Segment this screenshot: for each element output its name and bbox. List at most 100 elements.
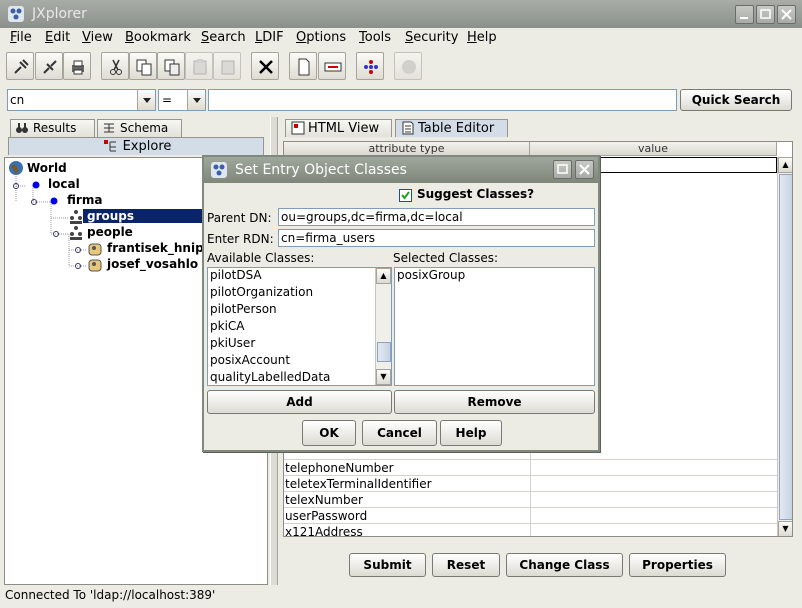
menu-ldif[interactable]: LDIF: [255, 30, 284, 45]
scroll-thumb[interactable]: [377, 342, 391, 362]
close-window-button[interactable]: [777, 5, 796, 24]
rename-button[interactable]: [318, 52, 346, 80]
menu-file[interactable]: File: [10, 30, 32, 45]
dialog-close-button[interactable]: [575, 160, 594, 179]
search-query-input[interactable]: [208, 89, 677, 111]
selected-classes-list[interactable]: posixGroup: [394, 267, 595, 386]
tab-table-editor[interactable]: Table Editor: [395, 119, 508, 137]
new-entry-button[interactable]: [289, 52, 317, 80]
node-toggle-icon[interactable]: [30, 196, 40, 211]
tree-node-local[interactable]: local: [48, 177, 80, 191]
dialog-title-bar[interactable]: Set Entry Object Classes: [204, 157, 598, 183]
reset-button[interactable]: Reset: [432, 553, 500, 577]
dialog-maximize-button[interactable]: [553, 160, 572, 179]
tab-schema[interactable]: Schema: [97, 119, 182, 137]
available-classes-list[interactable]: pilotDSA pilotOrganization pilotPerson p…: [207, 267, 392, 386]
connect-button[interactable]: [6, 52, 34, 80]
remove-class-button[interactable]: Remove: [394, 390, 595, 414]
list-item[interactable]: qualityLabelledData: [210, 370, 330, 384]
chevron-down-icon[interactable]: [137, 90, 155, 110]
list-item[interactable]: pkiUser: [210, 336, 255, 350]
ok-button[interactable]: OK: [302, 420, 356, 446]
list-item[interactable]: pilotPerson: [210, 302, 277, 316]
menu-bar: File Edit View Bookmark Search LDIF Opti…: [0, 28, 802, 48]
scroll-thumb[interactable]: [779, 174, 792, 520]
maximize-button[interactable]: [756, 5, 775, 24]
node-toggle-icon[interactable]: [74, 244, 84, 259]
cut-button[interactable]: [101, 52, 129, 80]
column-header-attribute[interactable]: attribute type: [284, 142, 530, 156]
menu-bookmark[interactable]: Bookmark: [125, 30, 191, 45]
rdn-field[interactable]: cn=firma_users: [278, 229, 595, 247]
table-cell-attribute: telexNumber: [285, 493, 363, 507]
menu-view[interactable]: View: [82, 30, 113, 45]
tree-node-firma[interactable]: firma: [67, 193, 102, 207]
quick-search-button[interactable]: Quick Search: [680, 89, 792, 111]
change-class-button[interactable]: Change Class: [506, 553, 623, 577]
table-row[interactable]: x121Address: [284, 524, 777, 537]
tree-node-josef[interactable]: josef_vosahlo: [107, 257, 198, 271]
table-row[interactable]: userPassword: [284, 508, 777, 524]
help-button[interactable]: Help: [440, 420, 502, 446]
table-row[interactable]: telephoneNumber: [284, 460, 777, 476]
app-logo-icon: [210, 161, 228, 182]
scroll-up-icon[interactable]: ▲: [376, 268, 391, 284]
parent-dn-field[interactable]: ou=groups,dc=firma,dc=local: [278, 208, 595, 226]
search-attribute-combo[interactable]: cn: [7, 89, 156, 111]
menu-security[interactable]: Security: [405, 30, 458, 45]
tree-node-groups[interactable]: groups: [83, 209, 203, 223]
available-list-scrollbar[interactable]: ▲ ▼: [375, 268, 391, 385]
tree-node-frantisek[interactable]: frantisek_hnipi: [107, 241, 208, 255]
node-toggle-icon[interactable]: [74, 260, 84, 275]
tree-node-people[interactable]: people: [87, 225, 133, 239]
domain-dot-icon: [49, 195, 59, 210]
node-toggle-icon[interactable]: [52, 228, 62, 243]
table-cell-attribute: x121Address: [285, 525, 363, 537]
menu-help[interactable]: Help: [467, 30, 497, 45]
scroll-down-icon[interactable]: ▼: [778, 521, 792, 536]
copy-dn-button[interactable]: [157, 52, 185, 80]
scroll-down-icon[interactable]: ▼: [376, 369, 391, 385]
search-operator-combo[interactable]: =: [158, 89, 206, 111]
tab-results[interactable]: Results: [10, 119, 95, 137]
list-item[interactable]: pilotDSA: [210, 268, 262, 282]
list-item[interactable]: pilotOrganization: [210, 285, 313, 299]
minimize-button[interactable]: [735, 5, 754, 24]
list-item[interactable]: posixGroup: [397, 268, 465, 282]
tree-node-world[interactable]: World: [27, 161, 67, 175]
submit-button[interactable]: Submit: [349, 553, 426, 577]
status-text: Connected To 'ldap://localhost:389': [5, 588, 216, 602]
menu-edit[interactable]: Edit: [45, 30, 70, 45]
disconnect-button[interactable]: [35, 52, 63, 80]
app-logo-icon: [7, 5, 25, 26]
menu-search[interactable]: Search: [201, 30, 246, 45]
menu-options[interactable]: Options: [296, 30, 346, 45]
list-item[interactable]: posixAccount: [210, 353, 290, 367]
available-classes-label: Available Classes:: [207, 251, 315, 265]
paste-button[interactable]: [185, 52, 213, 80]
cancel-button[interactable]: Cancel: [362, 420, 437, 446]
table-row[interactable]: teletexTerminalIdentifier: [284, 476, 777, 492]
paste-alias-button[interactable]: [213, 52, 241, 80]
tab-html-view[interactable]: HTML View: [285, 119, 392, 137]
tab-explore[interactable]: Explore: [8, 137, 264, 155]
scroll-up-icon[interactable]: ▲: [778, 157, 792, 173]
suggest-classes-checkbox[interactable]: [399, 189, 412, 202]
refresh-button[interactable]: [356, 52, 384, 80]
table-scrollbar[interactable]: ▲ ▼: [777, 157, 792, 536]
add-class-button[interactable]: Add: [207, 390, 392, 414]
window-title-bar[interactable]: JXplorer: [0, 0, 802, 28]
delete-button[interactable]: [251, 52, 279, 80]
globe-icon: [8, 160, 24, 179]
copy-button[interactable]: [129, 52, 157, 80]
properties-button[interactable]: Properties: [629, 553, 726, 577]
suggest-classes-label: Suggest Classes?: [417, 187, 535, 201]
print-button[interactable]: [63, 52, 91, 80]
stop-button[interactable]: [394, 52, 422, 80]
chevron-down-icon[interactable]: [187, 90, 205, 110]
column-header-value[interactable]: value: [530, 142, 777, 156]
node-toggle-icon[interactable]: [12, 180, 22, 195]
list-item[interactable]: pkiCA: [210, 319, 245, 333]
menu-tools[interactable]: Tools: [359, 30, 391, 45]
table-row[interactable]: telexNumber: [284, 492, 777, 508]
